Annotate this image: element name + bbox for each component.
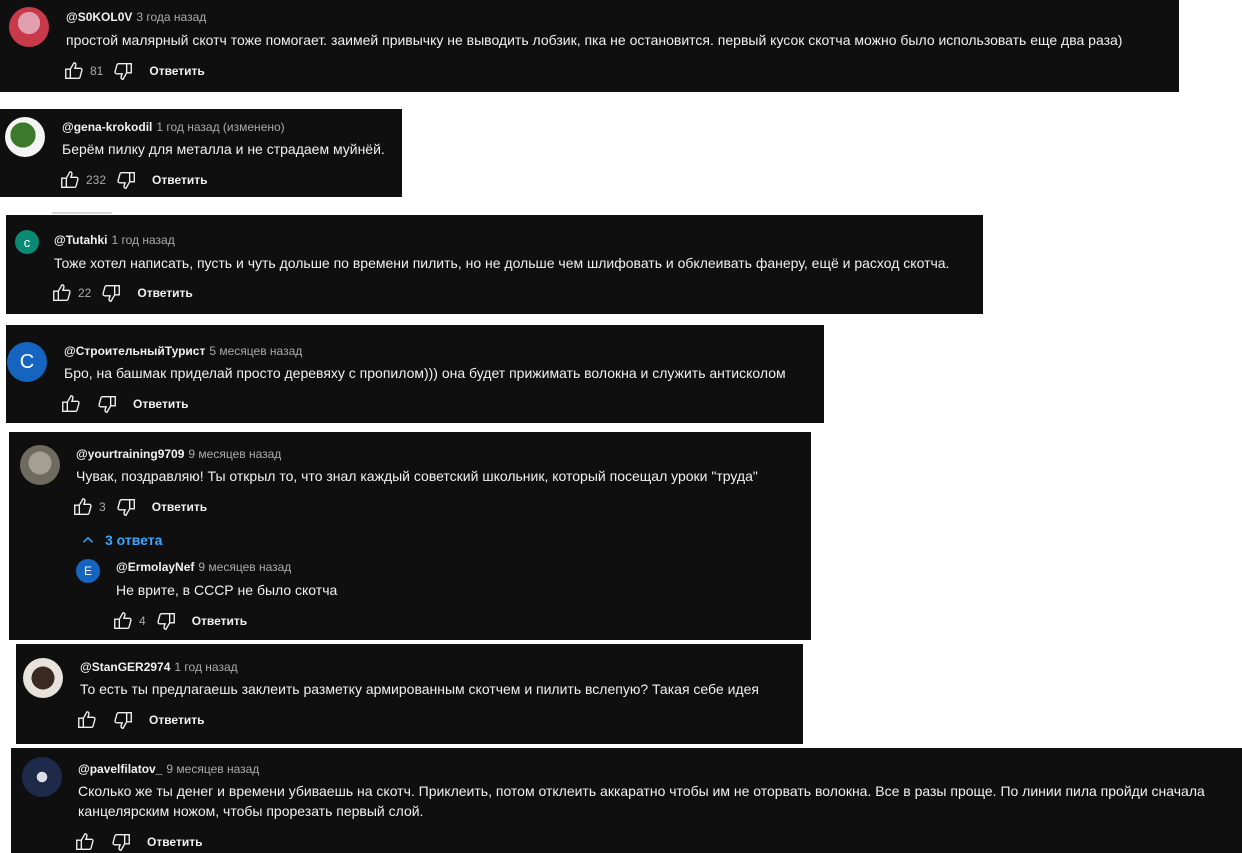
thumbs-up-icon: [74, 498, 92, 516]
dislike-button[interactable]: [109, 830, 133, 853]
like-button[interactable]: [75, 708, 99, 732]
reply-button[interactable]: Ответить: [149, 713, 204, 727]
thumbs-down-icon: [114, 711, 132, 729]
replies-toggle-button[interactable]: 3 ответа: [79, 531, 162, 549]
comment-author[interactable]: @S0KOL0V: [66, 10, 132, 24]
dislike-button[interactable]: [111, 708, 135, 732]
like-count: 81: [90, 64, 104, 78]
chevron-up-icon: [82, 536, 94, 543]
comment-card: @gena-krokodil 1 год назад (изменено) Бер…: [0, 109, 402, 197]
thumbs-down-icon: [117, 171, 135, 189]
thumbs-down-icon: [157, 612, 175, 630]
comment-text: простой малярный скотч тоже помогает. за…: [66, 32, 1123, 48]
reply-time[interactable]: 9 месяцев назад: [198, 560, 291, 574]
avatar[interactable]: с: [15, 230, 39, 254]
avatar[interactable]: [9, 7, 49, 47]
comment-author[interactable]: @yourtraining9709: [76, 447, 184, 461]
comment-time[interactable]: 1 год назад: [111, 233, 174, 247]
thumbs-up-icon: [114, 612, 132, 630]
comment-time[interactable]: 1 год назад (изменено): [156, 120, 284, 134]
avatar-letter: С: [19, 350, 35, 373]
thumbs-down-icon: [102, 284, 121, 302]
comment-author[interactable]: @Tutahki: [54, 233, 107, 247]
like-button[interactable]: [58, 168, 82, 192]
like-count: 3: [99, 500, 106, 514]
avatar[interactable]: E: [76, 559, 100, 583]
avatar[interactable]: [5, 117, 45, 157]
avatar[interactable]: [23, 658, 63, 698]
reply-author[interactable]: @ErmolayNef: [116, 560, 194, 574]
dislike-button[interactable]: [154, 609, 178, 633]
comment-text: Тоже хотел написать, пусть и чуть дольше…: [54, 255, 950, 271]
comment-time[interactable]: 1 год назад: [174, 660, 237, 674]
comment-text: Сколько же ты денег и времени убиваешь н…: [78, 783, 1205, 819]
avatar-letter: E: [83, 564, 92, 578]
reply-text: Не врите, в СССР не было скотча: [116, 582, 338, 598]
comment-card: С @СтроительныйТурист 5 месяцев назад Бро…: [6, 325, 824, 423]
comment-card: с @Tutahki 1 год назад Тоже хотел написат…: [6, 215, 983, 314]
like-button[interactable]: [111, 609, 135, 633]
comment-text: Берём пилку для металла и не страдаем му…: [62, 141, 385, 157]
thumbs-up-icon: [62, 395, 80, 413]
comment-card: @pavelfilatov_ 9 месяцев назад Сколько же…: [11, 748, 1242, 853]
thumbs-up-icon: [53, 284, 71, 302]
like-count: 4: [139, 614, 146, 628]
like-button[interactable]: [73, 830, 97, 853]
dislike-button[interactable]: [111, 59, 135, 83]
comment-text: То есть ты предлагаешь заклеить разметку…: [80, 681, 759, 697]
like-button[interactable]: [50, 281, 74, 305]
thumbs-up-icon: [76, 833, 94, 851]
comment-time[interactable]: 9 месяцев назад: [166, 762, 259, 776]
thumbs-down-icon: [117, 498, 135, 516]
avatar[interactable]: [22, 757, 62, 797]
comment-time[interactable]: 5 месяцев назад: [209, 344, 302, 358]
reply-button[interactable]: Ответить: [192, 614, 247, 628]
comment-text: Чувак, поздравляю! Ты открыл то, что зна…: [76, 468, 758, 484]
like-button[interactable]: [71, 495, 95, 519]
reply-button[interactable]: Ответить: [149, 64, 204, 78]
like-count: 232: [86, 173, 107, 187]
thumbs-down-icon: [98, 395, 116, 413]
comment-text: Бро, на башмак приделай просто деревяху …: [64, 365, 786, 381]
dislike-button[interactable]: [95, 392, 119, 416]
thumbs-down-icon: [114, 62, 133, 80]
comment-card: @yourtraining9709 9 месяцев назад Чувак, …: [9, 432, 811, 640]
comment-author[interactable]: @gena-krokodil: [62, 120, 152, 134]
reply-button[interactable]: Ответить: [152, 500, 207, 514]
comment-card: @StanGER2974 1 год назад То есть ты предл…: [16, 644, 803, 744]
thumbs-up-icon: [78, 711, 96, 729]
thumbs-up-icon: [61, 171, 79, 189]
thumbs-down-icon: [112, 833, 130, 851]
comment-card: @S0KOL0V 3 года назад простой малярный ск…: [0, 0, 1179, 92]
like-count: 22: [78, 286, 92, 300]
comment-author[interactable]: @СтроительныйТурист: [64, 344, 205, 358]
dislike-button[interactable]: [114, 168, 138, 192]
reply-button[interactable]: Ответить: [152, 173, 207, 187]
thumbs-up-icon: [65, 62, 83, 80]
avatar[interactable]: С: [7, 342, 47, 382]
comment-time[interactable]: 9 месяцев назад: [188, 447, 281, 461]
avatar-letter: с: [23, 234, 31, 250]
comment-author[interactable]: @StanGER2974: [80, 660, 170, 674]
reply-button[interactable]: Ответить: [137, 286, 192, 300]
like-button[interactable]: [62, 59, 86, 83]
divider: [52, 212, 112, 214]
replies-count: 3 ответа: [105, 532, 163, 548]
dislike-button[interactable]: [99, 281, 123, 305]
comment-author[interactable]: @pavelfilatov_: [78, 762, 162, 776]
comment-time[interactable]: 3 года назад: [136, 10, 206, 24]
like-button[interactable]: [59, 392, 83, 416]
reply-button[interactable]: Ответить: [133, 397, 188, 411]
dislike-button[interactable]: [114, 495, 138, 519]
avatar[interactable]: [20, 445, 60, 485]
reply-button[interactable]: Ответить: [147, 835, 202, 849]
